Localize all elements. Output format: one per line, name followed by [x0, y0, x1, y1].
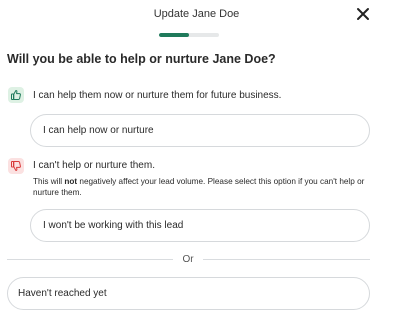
question-heading: Will you be able to help or nurture Jane…	[7, 52, 276, 66]
close-icon[interactable]	[354, 5, 372, 23]
cannot-help-option-label: I can't help or nurture them.	[33, 160, 155, 171]
progress-fill	[159, 33, 189, 37]
progress-bar	[159, 33, 219, 37]
thumbs-down-icon-graphic	[11, 161, 21, 171]
thumbs-down-icon	[8, 158, 24, 174]
not-working-button[interactable]: I won't be working with this lead	[30, 209, 370, 242]
note-text-start: This will	[33, 177, 65, 186]
modal-title: Update Jane Doe	[153, 8, 240, 20]
not-reached-button[interactable]: Haven't reached yet	[7, 277, 370, 310]
cannot-help-note: This will not negatively affect your lea…	[33, 176, 371, 198]
thumbs-up-icon	[8, 87, 24, 103]
note-text-end: negatively affect your lead volume. Plea…	[33, 177, 365, 197]
thumbs-up-icon-graphic	[11, 90, 21, 100]
modal-header: Update Jane Doe	[0, 0, 393, 30]
help-now-button[interactable]: I can help now or nurture	[30, 114, 370, 147]
or-label: Or	[182, 254, 194, 265]
close-icon-graphic	[357, 8, 369, 20]
divider-line-left	[7, 259, 173, 260]
help-option-label: I can help them now or nurture them for …	[33, 90, 282, 101]
note-text-bold: not	[64, 177, 78, 186]
divider-line-right	[203, 259, 370, 260]
